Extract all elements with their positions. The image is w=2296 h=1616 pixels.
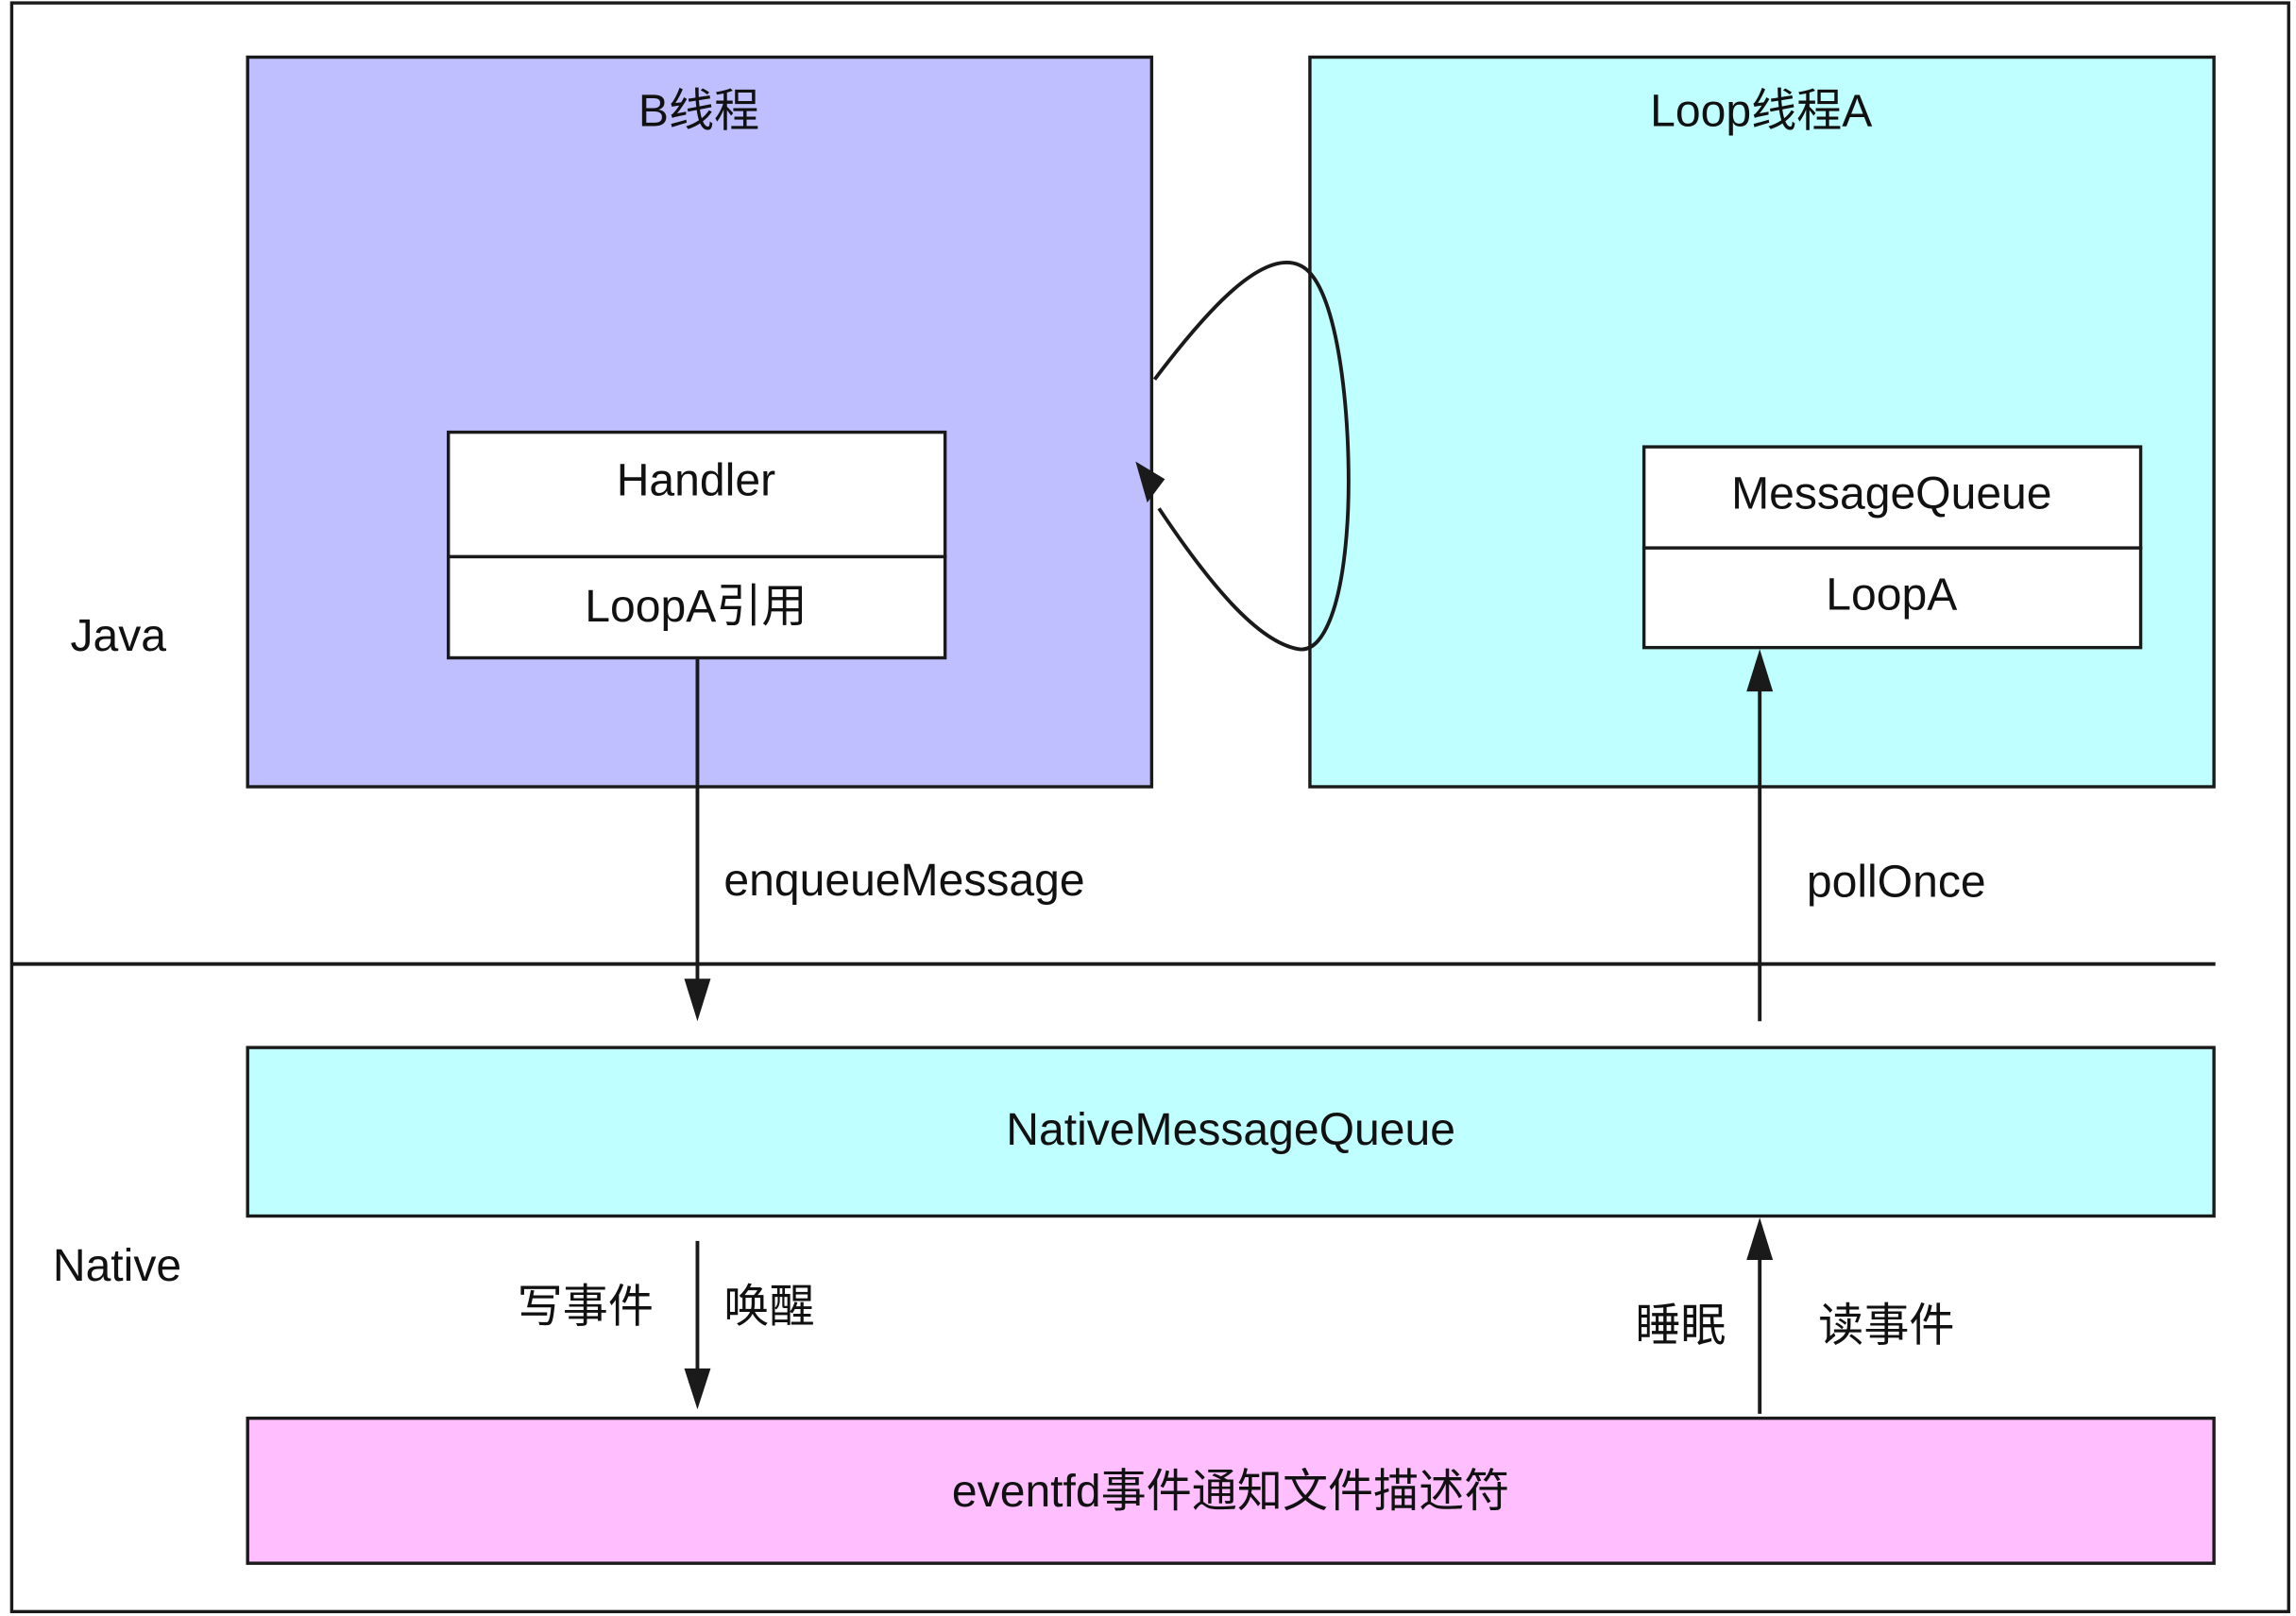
thread-b-rect [246, 55, 1154, 789]
message-queue-loopa: LoopA [1826, 570, 1957, 621]
thread-b-title: B线程 [638, 86, 759, 137]
write-wake-arrowhead [684, 1368, 711, 1410]
handler-loopa-reference: LoopA引用 [585, 581, 807, 632]
enqueue-message-label: enqueueMessage [723, 855, 1084, 906]
thread-b-box: B线程 Handler LoopA引用 [246, 55, 1154, 789]
handler-message-flow-diagram: Java Native B线程 Handler LoopA引用 Loop线程A … [9, 1, 2290, 1614]
sleep-read-arrowhead [1746, 1217, 1774, 1261]
message-queue-box: MessageQueue LoopA [1641, 445, 2143, 650]
write-wake-arrow: 写事件 唤醒 [518, 1240, 815, 1410]
write-event-label: 写事件 [518, 1281, 654, 1332]
poll-once-label: pollOnce [1807, 857, 1986, 908]
native-message-queue-label: NativeMessageQueue [1006, 1104, 1455, 1155]
native-message-queue-box: NativeMessageQueue [246, 1046, 2216, 1218]
message-queue-name: MessageQueue [1731, 468, 2051, 519]
sleep-label: 睡眠 [1635, 1301, 1726, 1352]
enqueue-message-arrowhead [684, 978, 711, 1022]
eventfd-label: eventfd事件通知文件描述符 [952, 1466, 1509, 1517]
loop-thread-a-title: Loop线程A [1650, 86, 1872, 137]
handler-box: Handler LoopA引用 [447, 430, 947, 660]
wake-up-label: 唤醒 [723, 1281, 814, 1332]
java-layer-label: Java [70, 610, 166, 661]
sleep-read-arrow: 睡眠 读事件 [1635, 1217, 1954, 1414]
eventfd-box: eventfd事件通知文件描述符 [246, 1416, 2216, 1565]
read-event-label: 读事件 [1818, 1301, 1954, 1352]
handler-name: Handler [617, 455, 775, 506]
native-layer-label: Native [53, 1240, 181, 1291]
